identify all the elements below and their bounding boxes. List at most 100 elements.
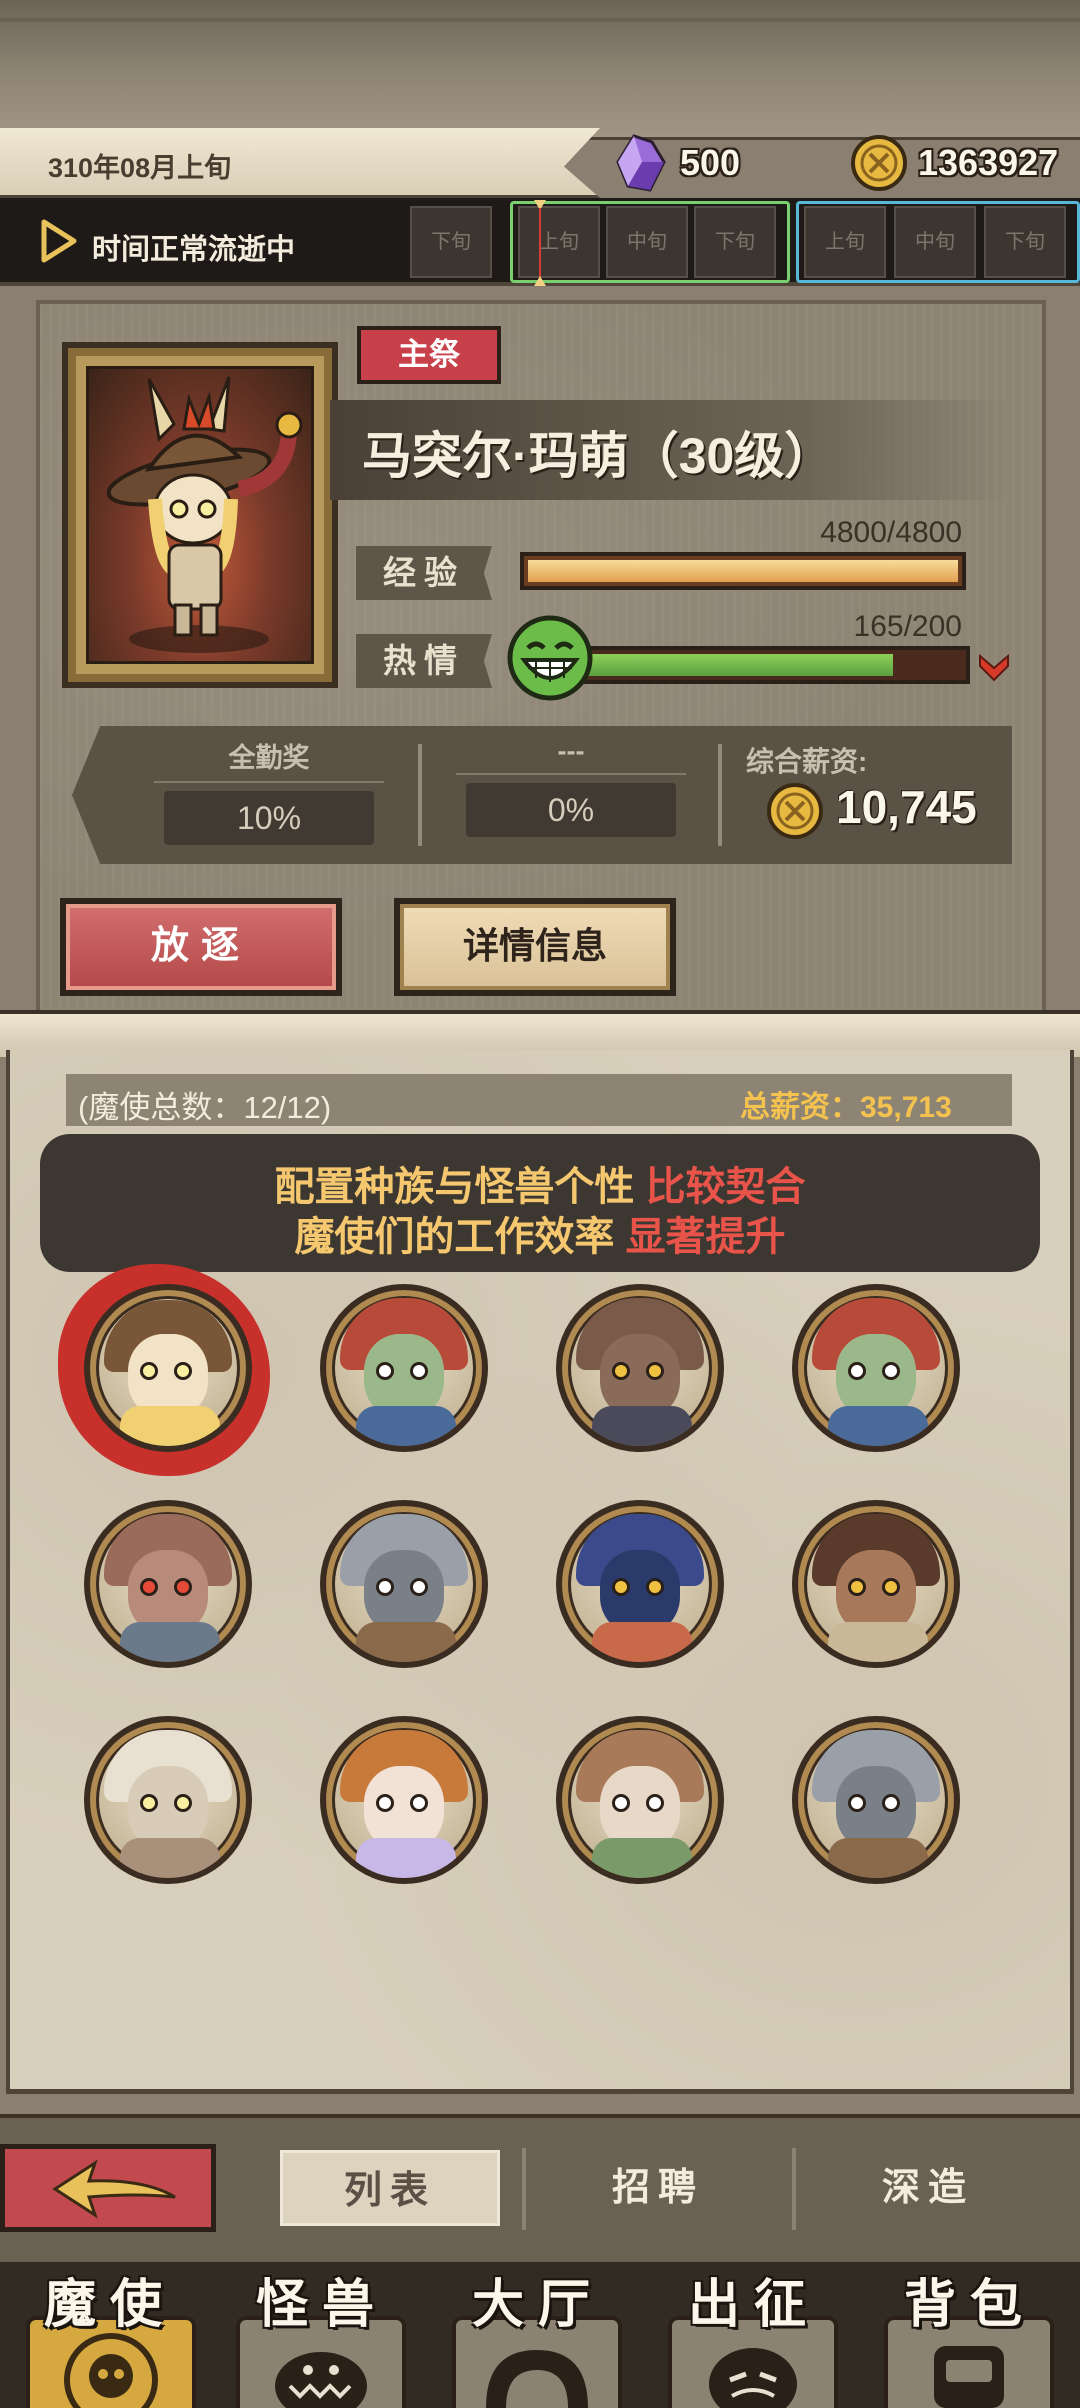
tip-highlight: 比较契合 — [645, 1165, 806, 1209]
time-slot: 下旬 — [984, 206, 1066, 278]
eye-icon — [410, 1362, 428, 1380]
nav-label-hall: 大厅 — [471, 2276, 604, 2334]
back-arrow-icon — [52, 2159, 176, 2219]
eye-icon — [140, 1794, 158, 1812]
roster-avatar-1[interactable] — [84, 1284, 252, 1452]
roster-avatar-4[interactable] — [792, 1284, 960, 1452]
gold-coin-icon — [851, 135, 907, 191]
body-icon — [828, 1622, 928, 1662]
time-slot: 下旬 — [694, 206, 776, 278]
crystal-count: 500 — [680, 142, 741, 183]
tip-text: 魔使们的工作效率 — [294, 1215, 615, 1259]
eye-icon — [882, 1794, 900, 1812]
tip-text: 配置种族与怪兽个性 — [274, 1165, 635, 1209]
smile-icon — [507, 615, 593, 701]
body-icon — [356, 1622, 456, 1662]
bonus-divider — [154, 781, 384, 783]
gold-coin-icon — [767, 783, 823, 839]
eye-icon — [612, 1362, 630, 1380]
back-button[interactable] — [0, 2144, 216, 2232]
nav-label-backpack: 背包 — [903, 2276, 1036, 2334]
body-icon — [592, 1622, 692, 1662]
eye-icon — [882, 1578, 900, 1596]
bonus-cell-attendance: 全勤奖 10% — [124, 736, 414, 852]
time-slot: 上旬 — [804, 206, 886, 278]
eye-icon — [646, 1362, 664, 1380]
eye-icon — [612, 1794, 630, 1812]
nav-label-monster: 怪兽 — [255, 2276, 388, 2334]
tab-recruit[interactable]: 招聘 — [548, 2150, 768, 2226]
salary-divider — [418, 744, 422, 846]
exp-bar-fill — [528, 560, 958, 582]
eye-icon — [848, 1794, 866, 1812]
roster-avatar-10[interactable] — [320, 1716, 488, 1884]
body-icon — [592, 1406, 692, 1446]
bonus-value: 10% — [164, 791, 374, 845]
total-salary-title: 综合薪资: — [746, 746, 868, 777]
time-slot: 下旬 — [410, 206, 492, 278]
nav-label-demon-envoy: 魔使 — [43, 2276, 176, 2334]
down-arrow-icon — [979, 653, 1009, 682]
game-date: 310年08月上旬 — [48, 153, 232, 183]
hair-icon — [356, 1838, 456, 1878]
total-salary-value: 10,745 — [836, 781, 977, 833]
roster-avatar-9[interactable] — [84, 1716, 252, 1884]
eye-icon — [174, 1794, 192, 1812]
roster-avatar-2[interactable] — [320, 1284, 488, 1452]
roster-total-pay: 总薪资：35,713 — [740, 1091, 952, 1124]
passion-label: 热情 — [356, 634, 492, 688]
time-slot: 上旬 — [518, 206, 600, 278]
roster-avatar-7[interactable] — [556, 1500, 724, 1668]
eye-icon — [848, 1362, 866, 1380]
time-slot: 中旬 — [606, 206, 688, 278]
sub-tab-divider — [522, 2148, 526, 2230]
exp-bar — [520, 552, 966, 590]
gold-count: 1363927 — [918, 142, 1059, 183]
body-icon — [120, 1622, 220, 1662]
eye-icon — [140, 1578, 158, 1596]
bonus-title: 全勤奖 — [228, 743, 310, 773]
top-wood-frame — [0, 0, 1080, 140]
passion-bar — [560, 646, 970, 684]
roster-avatar-3[interactable] — [556, 1284, 724, 1452]
roster-avatar-6[interactable] — [320, 1500, 488, 1668]
roster-avatar-12[interactable] — [792, 1716, 960, 1884]
eye-icon — [646, 1794, 664, 1812]
tab-list[interactable]: 列表 — [280, 2150, 500, 2226]
passion-bar-fill — [568, 654, 894, 676]
eye-icon — [848, 1578, 866, 1596]
time-status: 时间正常流逝中 — [92, 234, 296, 266]
bonus-divider — [456, 773, 686, 775]
character-name: 马突尔·玛萌（30级） — [362, 428, 835, 484]
body-icon — [356, 1406, 456, 1446]
bonus-value: 0% — [466, 783, 676, 837]
eye-icon — [174, 1362, 192, 1380]
character-portrait[interactable] — [86, 366, 314, 664]
roster-avatar-5[interactable] — [84, 1500, 252, 1668]
eye-icon — [612, 1578, 630, 1596]
tip-highlight: 显著提升 — [625, 1215, 786, 1259]
roster-count: (魔使总数：12/12) — [78, 1090, 332, 1125]
exp-value: 4800/4800 — [820, 516, 962, 549]
tab-training[interactable]: 深造 — [818, 2150, 1038, 2226]
eye-icon — [410, 1794, 428, 1812]
roster-avatar-8[interactable] — [792, 1500, 960, 1668]
body-icon — [120, 1838, 220, 1878]
bonus-cell-empty: --- 0% — [426, 736, 716, 852]
purple-crystal-icon — [616, 134, 666, 192]
passion-value: 165/200 — [853, 610, 962, 643]
play-icon[interactable] — [40, 218, 78, 264]
body-icon — [828, 1838, 928, 1878]
exp-label: 经验 — [356, 546, 492, 600]
eye-icon — [410, 1578, 428, 1596]
eye-icon — [376, 1794, 394, 1812]
exile-button[interactable]: 放逐 — [60, 898, 342, 996]
role-badge: 主祭 — [357, 326, 501, 384]
nav-label-expedition: 出征 — [687, 2276, 820, 2334]
eye-icon — [646, 1578, 664, 1596]
tip-line-2: 魔使们的工作效率 显著提升 — [40, 1204, 1040, 1262]
eye-icon — [140, 1362, 158, 1380]
roster-avatar-11[interactable] — [556, 1716, 724, 1884]
detail-info-button[interactable]: 详情信息 — [394, 898, 676, 996]
eye-icon — [882, 1362, 900, 1380]
